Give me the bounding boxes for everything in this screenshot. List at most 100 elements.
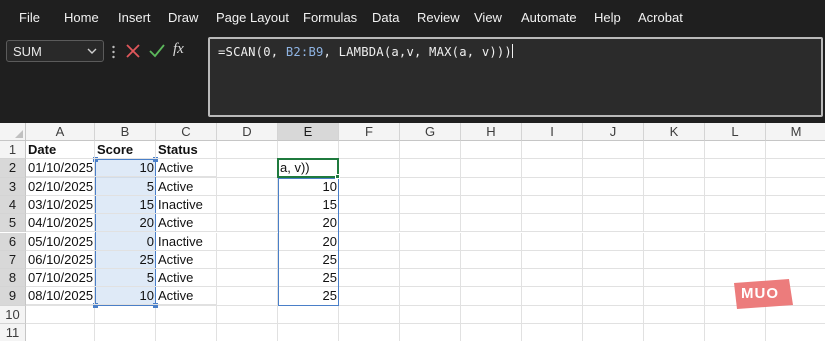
grid-cell[interactable] xyxy=(339,141,400,160)
score-cell[interactable]: 10 xyxy=(95,287,156,306)
grid-cell[interactable] xyxy=(583,287,644,306)
column-header-g[interactable]: G xyxy=(400,123,461,141)
grid-cell[interactable] xyxy=(766,251,825,270)
grid-cell[interactable] xyxy=(278,324,339,341)
grid-cell[interactable] xyxy=(339,269,400,288)
column-header-i[interactable]: I xyxy=(522,123,583,141)
column-header-e[interactable]: E xyxy=(278,123,339,141)
grid-cell[interactable] xyxy=(217,159,278,178)
grid-cell[interactable] xyxy=(461,287,522,306)
grid-cell[interactable] xyxy=(705,214,766,233)
row-header-5[interactable]: 5 xyxy=(0,214,26,233)
grid-cell[interactable] xyxy=(766,178,825,196)
grid-cell[interactable] xyxy=(400,324,461,341)
grid-cell[interactable] xyxy=(400,287,461,306)
status-cell[interactable]: Active xyxy=(156,287,217,306)
row-header-1[interactable]: 1 xyxy=(0,141,26,160)
grid-cell[interactable] xyxy=(522,177,583,196)
fill-handle[interactable] xyxy=(335,173,340,179)
status-cell[interactable]: Active xyxy=(156,269,217,288)
grid-cell[interactable] xyxy=(766,233,825,251)
grid-cell[interactable] xyxy=(644,232,705,251)
status-cell[interactable]: Inactive xyxy=(156,195,217,214)
date-cell[interactable]: 06/10/2025 xyxy=(26,250,95,269)
grid-cell[interactable] xyxy=(644,159,705,178)
worksheet-grid[interactable]: A B C D E F G H I J K L M 1 2 3 4 5 6 7 8 9 10 11 Date Score Statu… xyxy=(0,123,825,341)
grid-cell[interactable] xyxy=(583,141,644,160)
cancel-formula-button[interactable] xyxy=(122,40,144,62)
grid-cell[interactable] xyxy=(461,250,522,270)
grid-cell[interactable] xyxy=(217,250,278,270)
grid-cell[interactable] xyxy=(583,324,644,341)
grid-cell[interactable] xyxy=(95,324,156,341)
grid-cell[interactable] xyxy=(522,305,583,324)
row-header-10[interactable]: 10 xyxy=(0,305,26,324)
score-cell[interactable]: 5 xyxy=(95,269,156,288)
grid-cell[interactable] xyxy=(339,159,400,178)
grid-cell[interactable] xyxy=(339,214,400,233)
status-cell[interactable]: Active xyxy=(156,250,217,269)
grid-cell[interactable] xyxy=(461,232,522,251)
grid-cell[interactable] xyxy=(522,195,583,215)
grid-cell[interactable] xyxy=(217,287,278,306)
grid-cell[interactable] xyxy=(217,305,278,324)
select-all-corner[interactable] xyxy=(0,123,26,141)
row-header-6[interactable]: 6 xyxy=(0,232,26,251)
grid-cell[interactable] xyxy=(583,250,644,270)
grid-cell[interactable] xyxy=(522,287,583,306)
row-header-7[interactable]: 7 xyxy=(0,250,26,270)
grid-cell[interactable] xyxy=(461,159,522,178)
menu-insert[interactable]: Insert xyxy=(118,10,151,25)
grid-cell[interactable] xyxy=(339,195,400,215)
grid-cell[interactable] xyxy=(400,232,461,251)
menu-draw[interactable]: Draw xyxy=(168,10,198,25)
grid-cell[interactable] xyxy=(766,159,825,178)
grid-cell[interactable] xyxy=(644,250,705,270)
grid-cell[interactable] xyxy=(400,214,461,233)
column-header-m[interactable]: M xyxy=(766,123,825,141)
grid-cell[interactable] xyxy=(583,195,644,215)
grid-cell[interactable] xyxy=(644,269,705,288)
grid-cell[interactable] xyxy=(522,232,583,251)
grid-cell[interactable] xyxy=(400,177,461,196)
grid-cell[interactable] xyxy=(217,195,278,215)
menu-file[interactable]: File xyxy=(19,10,40,25)
grid-cell[interactable] xyxy=(766,324,825,341)
column-header-d[interactable]: D xyxy=(217,123,278,141)
row-header-9[interactable]: 9 xyxy=(0,287,26,306)
grid-cell[interactable] xyxy=(705,177,766,196)
grid-cell[interactable] xyxy=(522,141,583,160)
column-header-j[interactable]: J xyxy=(583,123,644,141)
score-cell[interactable]: 0 xyxy=(95,233,156,251)
grid-cell[interactable] xyxy=(95,305,156,324)
date-cell[interactable]: 05/10/2025 xyxy=(26,232,95,251)
result-cell[interactable]: 20 xyxy=(278,233,339,251)
grid-cell[interactable] xyxy=(217,269,278,288)
grid-cell[interactable] xyxy=(583,177,644,196)
grid-cell[interactable] xyxy=(766,141,825,160)
grid-cell[interactable] xyxy=(644,141,705,160)
menu-view[interactable]: View xyxy=(474,10,502,25)
row-header-11[interactable]: 11 xyxy=(0,324,26,341)
grid-cell[interactable] xyxy=(461,195,522,215)
grid-cell[interactable] xyxy=(339,287,400,306)
menu-review[interactable]: Review xyxy=(417,10,460,25)
grid-cell[interactable] xyxy=(705,159,766,178)
status-cell[interactable]: Active xyxy=(156,159,217,178)
grid-cell[interactable] xyxy=(522,159,583,178)
grid-cell[interactable] xyxy=(644,287,705,306)
column-header-h[interactable]: H xyxy=(461,123,522,141)
grid-cell[interactable] xyxy=(461,177,522,196)
menu-home[interactable]: Home xyxy=(64,10,99,25)
grid-cell[interactable] xyxy=(583,305,644,324)
grid-cell[interactable] xyxy=(217,214,278,233)
menu-data[interactable]: Data xyxy=(372,10,399,25)
grid-cell[interactable] xyxy=(522,214,583,233)
score-cell[interactable]: 5 xyxy=(95,178,156,196)
column-header-b[interactable]: B xyxy=(95,123,156,141)
grid-cell[interactable] xyxy=(583,269,644,288)
grid-cell[interactable] xyxy=(217,141,278,160)
date-cell[interactable]: 01/10/2025 xyxy=(26,159,95,178)
status-cell[interactable]: Active xyxy=(156,177,217,196)
grid-cell[interactable] xyxy=(766,214,825,233)
